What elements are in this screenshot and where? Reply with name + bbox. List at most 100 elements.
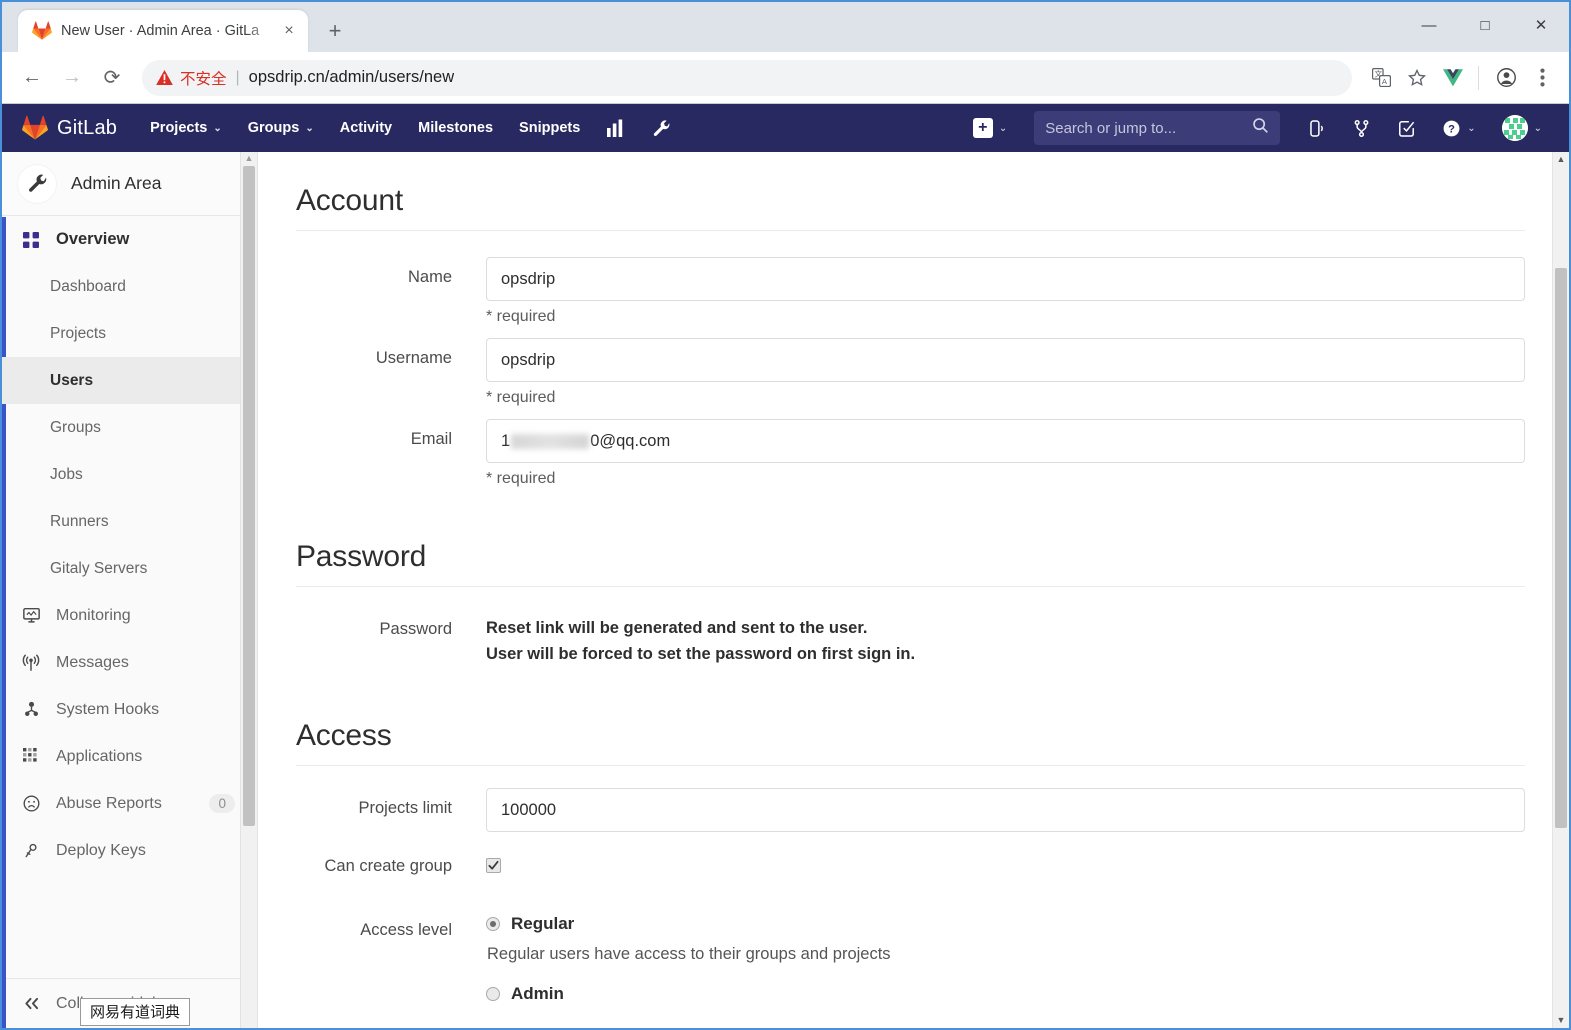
access-level-label: Access level xyxy=(360,921,452,940)
svg-text:?: ? xyxy=(1448,123,1455,135)
nav-groups-label: Groups xyxy=(247,120,300,136)
can-create-group-checkbox[interactable] xyxy=(486,858,501,874)
sidebar-item-abuse-reports[interactable]: Abuse Reports 0 xyxy=(2,780,257,827)
password-note-line2: User will be forced to set the password … xyxy=(486,645,916,664)
back-icon[interactable]: ← xyxy=(12,58,52,98)
sidebar-item-deploy-keys[interactable]: Deploy Keys xyxy=(2,827,257,874)
sidebar-item-system-hooks[interactable]: System Hooks xyxy=(2,686,257,733)
profile-avatar-icon[interactable] xyxy=(1489,61,1523,95)
search-input[interactable]: Search or jump to... xyxy=(1034,111,1281,145)
create-new-dropdown[interactable]: + ⌄ xyxy=(960,104,1020,152)
gitlab-app: GitLab Projects ⌄ Groups ⌄ Activity Mile… xyxy=(2,104,1569,1028)
tab-close-icon[interactable]: × xyxy=(278,20,300,42)
address-bar[interactable]: 不安全 | opsdrip.cn/admin/users/new xyxy=(142,59,1352,96)
tab-title: New User · Admin Area · GitLa xyxy=(61,23,260,39)
username-field-row: Username opsdrip * required xyxy=(296,338,1525,407)
security-status-label: 不安全 xyxy=(180,70,227,88)
url-text: opsdrip.cn/admin/users/new xyxy=(248,68,455,86)
reload-icon[interactable]: ⟳ xyxy=(92,58,132,98)
projects-limit-input[interactable]: 100000 xyxy=(486,788,1525,833)
double-chevron-left-icon xyxy=(20,996,42,1011)
sidebar-scroll-up-arrow[interactable]: ▲ xyxy=(241,154,257,163)
merge-requests-icon[interactable] xyxy=(1339,104,1384,152)
forward-icon[interactable]: → xyxy=(52,58,92,98)
chevron-down-icon: ⌄ xyxy=(213,122,222,134)
nav-groups[interactable]: Groups ⌄ xyxy=(235,104,327,152)
sidebar-item-applications[interactable]: Applications xyxy=(2,733,257,780)
window-close-button[interactable]: ✕ xyxy=(1513,2,1569,48)
sidebar-item-jobs[interactable]: Jobs xyxy=(2,451,257,498)
access-level-row: Access level Regular Regular users have … xyxy=(296,910,1525,1004)
wrench-icon xyxy=(18,164,56,203)
sidebar-item-label: Abuse Reports xyxy=(56,794,162,812)
user-menu[interactable]: ⌄ xyxy=(1489,104,1555,152)
sidebar-item-messages[interactable]: Messages xyxy=(2,639,257,686)
translate-icon[interactable]: 文A xyxy=(1364,61,1398,95)
regular-radio[interactable] xyxy=(486,917,500,932)
todos-icon[interactable] xyxy=(1384,104,1429,152)
issues-icon[interactable] xyxy=(1294,104,1339,152)
sidebar-item-label: Deploy Keys xyxy=(56,841,146,859)
sidebar-item-label: Jobs xyxy=(50,465,83,483)
new-tab-button[interactable]: + xyxy=(318,14,352,48)
page-scroll-up-arrow[interactable]: ▲ xyxy=(1553,155,1569,164)
nav-activity[interactable]: Activity xyxy=(327,104,405,152)
nav-snippets[interactable]: Snippets xyxy=(506,104,593,152)
browser-tab[interactable]: New User · Admin Area · GitLa × xyxy=(18,10,308,52)
access-level-regular-option[interactable]: Regular xyxy=(486,914,1525,934)
chevron-down-icon: ⌄ xyxy=(998,122,1008,134)
email-label: Email xyxy=(410,430,452,448)
page-scrollbar-thumb[interactable] xyxy=(1555,268,1567,828)
bookmark-star-icon[interactable] xyxy=(1400,61,1434,95)
access-section-heading: Access xyxy=(296,719,1525,767)
password-note-line1: Reset link will be generated and sent to… xyxy=(486,619,868,637)
insecure-warning-icon xyxy=(156,70,173,86)
nav-projects[interactable]: Projects ⌄ xyxy=(137,104,235,152)
name-input[interactable]: opsdrip xyxy=(486,257,1525,301)
monitor-icon xyxy=(20,607,42,624)
abuse-face-icon xyxy=(20,795,42,812)
analytics-chart-icon[interactable] xyxy=(593,104,639,152)
browser-window: New User · Admin Area · GitLa × + — □ ✕ … xyxy=(0,0,1571,1030)
gitlab-wordmark: GitLab xyxy=(57,116,118,139)
sidebar-scrollbar[interactable]: ▲ xyxy=(240,152,257,1028)
sidebar-item-label: Overview xyxy=(56,230,130,248)
broadcast-icon xyxy=(20,654,42,672)
password-section-heading: Password xyxy=(296,540,1525,587)
window-maximize-button[interactable]: □ xyxy=(1457,2,1513,48)
sidebar-item-users[interactable]: Users xyxy=(2,357,257,404)
sidebar-header[interactable]: Admin Area xyxy=(2,152,257,216)
sidebar-item-projects[interactable]: Projects xyxy=(2,310,257,357)
sidebar-scrollbar-thumb[interactable] xyxy=(243,166,255,826)
sidebar-item-dashboard[interactable]: Dashboard xyxy=(2,263,257,310)
sidebar-item-groups[interactable]: Groups xyxy=(2,404,257,451)
help-dropdown[interactable]: ? ⌄ xyxy=(1429,104,1488,152)
vue-devtools-icon[interactable] xyxy=(1436,61,1470,95)
admin-radio[interactable] xyxy=(486,987,500,1002)
chevron-down-icon: ⌄ xyxy=(1467,122,1476,134)
chrome-menu-icon[interactable] xyxy=(1525,61,1559,95)
sidebar-item-gitaly-servers[interactable]: Gitaly Servers xyxy=(2,545,257,592)
window-minimize-button[interactable]: — xyxy=(1401,2,1457,48)
omnibox-separator: | xyxy=(235,68,240,86)
name-label: Name xyxy=(407,268,452,286)
username-input[interactable]: opsdrip xyxy=(486,338,1525,382)
page-scroll-down-arrow[interactable]: ▼ xyxy=(1553,1016,1569,1025)
access-level-admin-option[interactable]: Admin xyxy=(486,984,1525,1004)
hook-icon xyxy=(20,701,42,718)
email-required-hint: * required xyxy=(486,470,556,487)
account-section-heading: Account xyxy=(296,184,1525,231)
gitlab-fox-icon xyxy=(32,21,52,41)
sidebar-item-label: Messages xyxy=(56,653,129,671)
sidebar-item-runners[interactable]: Runners xyxy=(2,498,257,545)
nav-milestones[interactable]: Milestones xyxy=(405,104,506,152)
admin-wrench-icon[interactable] xyxy=(639,104,684,152)
sidebar-item-monitoring[interactable]: Monitoring xyxy=(2,592,257,639)
page-scrollbar[interactable]: ▲ ▼ xyxy=(1552,152,1569,1028)
gitlab-logo[interactable]: GitLab xyxy=(22,115,117,141)
email-value-prefix: 1 xyxy=(501,431,511,450)
sidebar-item-label: Dashboard xyxy=(50,277,126,295)
email-input[interactable]: 1 0@qq.com xyxy=(486,419,1525,463)
sidebar-item-overview[interactable]: Overview xyxy=(2,216,257,263)
youdao-dictionary-tooltip: 网易有道词典 xyxy=(80,998,191,1026)
